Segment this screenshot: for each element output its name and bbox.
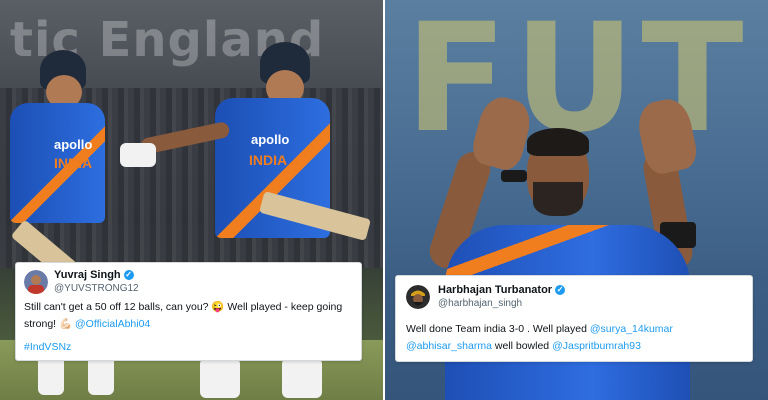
batting-pads <box>200 358 240 398</box>
tweet-text-body: well bowled <box>491 340 553 352</box>
tweet-card-yuvraj[interactable]: Yuvraj Singh ✓ @YUVSTRONG12 Still can't g… <box>15 262 362 361</box>
batting-pads <box>282 358 322 398</box>
jersey-country: INDIA <box>249 152 288 168</box>
jersey-country: INDIA <box>54 155 93 171</box>
author-name-text[interactable]: Harbhajan Turbanator <box>438 284 552 296</box>
player-beard <box>533 182 583 216</box>
jersey-sponsor: apollo <box>54 137 93 152</box>
author-name-text[interactable]: Yuvraj Singh <box>54 269 121 281</box>
wristband <box>501 170 527 182</box>
hashtag-link[interactable]: #IndVSNz <box>24 341 71 353</box>
verified-badge-icon: ✓ <box>123 270 134 280</box>
tweet-author-name[interactable]: Yuvraj Singh ✓ <box>54 269 134 281</box>
tweet-text-body: Well done Team india 3-0 . Well played <box>406 323 590 335</box>
tweet-author-name[interactable]: Harbhajan Turbanator ✓ <box>438 284 566 296</box>
player-jersey: apollo INDIA <box>10 103 105 223</box>
tweet-text: Still can't get a 50 off 12 balls, can y… <box>24 299 354 356</box>
tweet-text: Well done Team india 3-0 . Well played @… <box>406 321 746 355</box>
mention-link[interactable]: @abhisar_sharma <box>406 340 492 352</box>
mention-link[interactable]: @surya_14kumar <box>590 323 673 335</box>
mention-link[interactable]: @Jaspritbumrah93 <box>552 340 641 352</box>
mention-link[interactable]: @OfficialAbhi04 <box>75 318 150 330</box>
verified-badge-icon: ✓ <box>555 285 566 295</box>
tweet-card-harbhajan[interactable]: Harbhajan Turbanator ✓ @harbhajan_singh W… <box>395 275 753 362</box>
tweet-author-handle[interactable]: @harbhajan_singh <box>438 298 522 309</box>
jersey-sponsor: apollo <box>251 132 290 147</box>
avatar[interactable] <box>406 285 430 309</box>
tweet-author-handle[interactable]: @YUVSTRONG12 <box>54 283 139 294</box>
tweet-text-body: Still can't get a 50 off 12 balls, can y… <box>24 301 343 330</box>
avatar[interactable] <box>24 270 48 294</box>
player-hair <box>527 128 589 156</box>
batting-glove <box>120 143 156 167</box>
image-collage: tic England apollo INDIA apollo INDIA FU… <box>0 0 768 400</box>
